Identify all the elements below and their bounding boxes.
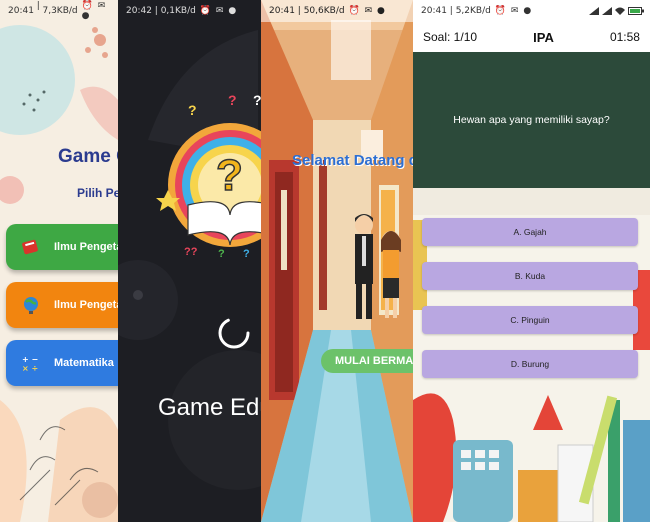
question-text: Hewan apa yang memiliki sayap?: [453, 114, 610, 126]
subject-button-label: Ilmu Pengetah: [54, 241, 118, 253]
status-speed: 5,2KB/d: [455, 6, 491, 16]
svg-text:× ÷: × ÷: [22, 364, 38, 373]
subject-button-label: Matematika: [54, 357, 114, 369]
status-icons: ⏰ ✉ ●: [81, 1, 107, 21]
wifi-icon: [615, 7, 625, 15]
svg-text:?: ?: [243, 248, 250, 260]
status-icons: ⏰ ✉ ●: [494, 6, 533, 16]
welcome-screen: 20:41 | 50,6KB/d ⏰ ✉ ● Selamat Datang di…: [261, 0, 413, 522]
subject-button-3[interactable]: + − × ÷ Matematika: [6, 340, 118, 386]
quiz-header: Soal: 1/10 IPA 01:58: [413, 22, 650, 52]
book-icon: [20, 236, 42, 258]
status-speed: 7,3KB/d: [42, 6, 78, 16]
hallway-illustration: [261, 0, 413, 522]
answer-option-b[interactable]: B. Kuda: [422, 262, 638, 290]
status-icons: ⏰ ✉ ●: [348, 6, 386, 16]
svg-text:?: ?: [228, 92, 237, 108]
signal-icon: [602, 7, 612, 15]
battery-icon: [628, 7, 644, 15]
subject-title: IPA: [533, 29, 554, 45]
status-time: 20:42: [126, 6, 152, 16]
question-counter: Soal: 1/10: [423, 30, 478, 44]
subject-button-label: Ilmu Pengetah: [54, 299, 118, 311]
subject-button-2[interactable]: Ilmu Pengetah: [6, 282, 118, 328]
status-bar: 20:41 | 5,2KB/d ⏰ ✉ ●: [413, 0, 650, 22]
svg-text:+ −: + −: [22, 355, 38, 364]
status-bar: 20:42 | 0,1KB/d ⏰ ✉ ●: [126, 6, 238, 16]
splash-screen: 20:42 | 0,1KB/d ⏰ ✉ ● ? ? ? ? ?? ? ? Gam…: [118, 0, 261, 522]
splash-title: Game Edu: [158, 394, 261, 421]
answer-option-a[interactable]: A. Gajah: [422, 218, 638, 246]
status-bar: 20:41 | 50,6KB/d ⏰ ✉ ●: [261, 0, 413, 22]
menu-screen: 20:41 | 7,3KB/d ⏰ ✉ ● Game G Pilih Pe Il…: [0, 0, 118, 522]
signal-icon: [589, 7, 599, 15]
status-icons: ⏰ ✉ ●: [199, 6, 238, 16]
app-title: Game G: [58, 146, 118, 167]
svg-text:?: ?: [253, 92, 261, 108]
status-speed: 0,1KB/d: [160, 6, 196, 16]
status-bar: 20:41 | 7,3KB/d ⏰ ✉ ●: [0, 0, 118, 22]
loading-spinner-icon: [218, 317, 250, 349]
globe-icon: [20, 294, 42, 316]
signal-battery-icons: [589, 7, 644, 15]
welcome-text: Selamat Datang di: [292, 152, 413, 169]
status-time: 20:41: [8, 6, 34, 16]
start-play-button[interactable]: MULAI BERMAI: [321, 349, 413, 373]
countdown-timer: 01:58: [609, 30, 640, 44]
quiz-screen: 20:41 | 5,2KB/d ⏰ ✉ ● Soal: 1/10 IPA 01:…: [413, 0, 650, 522]
svg-text:?: ?: [216, 151, 243, 200]
svg-text:?: ?: [188, 102, 197, 118]
answer-option-c[interactable]: C. Pinguin: [422, 306, 638, 334]
status-time: 20:41: [269, 6, 295, 16]
status-speed: 50,6KB/d: [303, 6, 345, 16]
svg-text:??: ??: [184, 246, 198, 258]
answer-option-d[interactable]: D. Burung: [422, 350, 638, 378]
quiz-logo: ? ? ? ? ?? ? ?: [156, 92, 261, 260]
subject-button-1[interactable]: Ilmu Pengetah: [6, 224, 118, 270]
app-subtitle: Pilih Pe: [77, 186, 118, 200]
status-time: 20:41: [421, 6, 447, 16]
math-icon: + − × ÷: [20, 352, 42, 374]
svg-text:?: ?: [218, 248, 225, 260]
